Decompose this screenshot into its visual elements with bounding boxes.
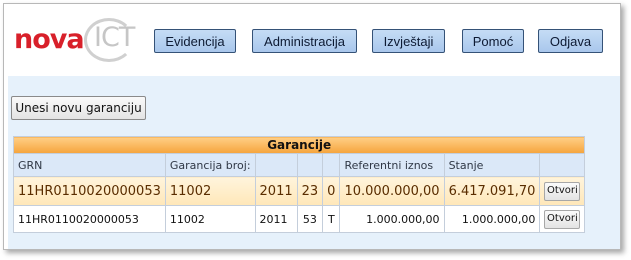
otvori-button[interactable]: Otvori (544, 181, 581, 201)
nav-pomoc-button[interactable]: Pomoć (462, 29, 524, 53)
header-type (322, 153, 341, 177)
header-broj: Garancija broj: (164, 153, 256, 177)
cell-action: Otvori (539, 176, 586, 206)
header-action (539, 153, 586, 177)
cell-referentni-iznos: 1.000.000,00 (339, 205, 445, 233)
table-header-row: GRN Garancija broj: Referentni iznos Sta… (13, 153, 586, 177)
cell-type: 0 (322, 176, 341, 206)
cell-referentni-iznos: 10.000.000,00 (339, 176, 445, 206)
cell-grn: 11HR0110020000053 (13, 205, 166, 233)
cell-type: T (322, 205, 341, 233)
nav-administracija-button[interactable]: Administracija (252, 29, 357, 53)
logo-nova-text: nova (14, 24, 85, 55)
cell-year: 2011 (254, 176, 298, 206)
cell-action: Otvori (539, 205, 586, 233)
table-title: Garancije (12, 136, 586, 154)
cell-stanje: 1.000.000,00 (443, 205, 541, 233)
header-stanje: Stanje (443, 153, 541, 177)
header: nova ICT Evidencija Administracija Izvje… (4, 4, 620, 74)
otvori-button[interactable]: Otvori (544, 209, 581, 229)
table-row[interactable]: 11HR0110020000053 11002 2011 53 T 1.000.… (13, 205, 586, 233)
app-window: nova ICT Evidencija Administracija Izvje… (3, 3, 621, 250)
nav-odjava-button[interactable]: Odjava (538, 29, 603, 53)
header-grn: GRN (13, 153, 166, 177)
logo-ict-mark: ICT (84, 18, 135, 62)
header-referentni-iznos: Referentni iznos (339, 153, 445, 177)
cell-year: 2011 (254, 205, 298, 233)
cell-broj: 11002 (164, 176, 256, 206)
cell-number: 53 (296, 205, 324, 233)
header-year (254, 153, 298, 177)
nav-evidencija-button[interactable]: Evidencija (154, 29, 236, 53)
table-title-row: Garancije (12, 136, 586, 154)
logo-ict-text: ICT (94, 22, 135, 53)
table-row[interactable]: 11HR0110020000053 11002 2011 23 0 10.000… (13, 176, 586, 206)
cell-number: 23 (296, 176, 324, 206)
cell-grn: 11HR0110020000053 (13, 176, 166, 206)
header-number (296, 153, 324, 177)
nav-izvjestaji-button[interactable]: Izvještaji (372, 29, 445, 53)
new-guarantee-button[interactable]: Unesi novu garanciju (11, 96, 146, 120)
guarantees-table: Garancije GRN Garancija broj: Referentni… (12, 136, 586, 233)
main-content: Unesi novu garanciju Garancije GRN Garan… (8, 76, 620, 249)
cell-broj: 11002 (164, 205, 256, 233)
cell-stanje: 6.417.091,70 (443, 176, 541, 206)
